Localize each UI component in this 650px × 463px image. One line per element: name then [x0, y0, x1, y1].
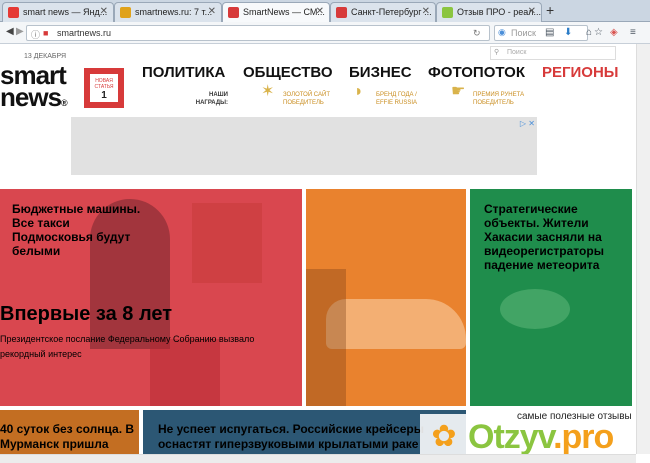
reload-icon[interactable]: ↻ — [473, 28, 481, 39]
yandex-favicon-icon — [8, 7, 19, 18]
badge-label: НОВАЯ СТАТЬЯ — [94, 78, 114, 90]
site-favicon-icon: ■ — [43, 28, 49, 38]
awards-label: НАШИ НАГРАДЫ: — [195, 92, 228, 106]
taxi-headline[interactable]: Бюджетные машины. Все такси Подмосковья … — [12, 202, 152, 258]
award-line-2: EFFIE RUSSIA — [376, 100, 418, 106]
news-tile-taxi[interactable] — [306, 189, 466, 406]
smartnews-favicon-icon — [336, 7, 347, 18]
tab-label: SmartNews — СМ... — [243, 7, 325, 17]
tab-smartnews[interactable]: SmartNews — СМ... ✕ — [222, 2, 330, 23]
smartnews-favicon-icon — [228, 7, 239, 18]
navigation-toolbar: ◀ ▶ ⓘ ■ smartnews.ru ↻ ◉ Поиск ☆ ▤ ⬇ ⌂ ◈… — [0, 22, 650, 44]
award-runet[interactable]: ☛ ПРЕМИЯ РУНЕТА ПОБЕДИТЕЛЬ — [451, 84, 525, 107]
address-bar[interactable]: ⓘ ■ smartnews.ru ↻ — [26, 25, 490, 41]
search-engine-icon[interactable]: ◉ — [498, 27, 506, 38]
cruisers-headline[interactable]: Не успеет испугаться. Российские крейсер… — [158, 422, 458, 452]
horizontal-scrollbar[interactable] — [0, 454, 636, 463]
close-tab-icon[interactable]: ✕ — [316, 6, 324, 17]
hand-award-icon: ☛ — [451, 83, 466, 100]
menu-icon[interactable]: ≡ — [630, 27, 636, 38]
photo-person — [306, 269, 346, 406]
award-line-1: БРЕНД ГОДА / — [376, 92, 417, 98]
tab-smartnews-stats[interactable]: smartnews.ru: 7 т... ✕ — [114, 2, 222, 22]
star-icon[interactable]: ☆ — [594, 27, 603, 38]
award-line-1: ПРЕМИЯ РУНЕТА — [473, 92, 525, 98]
nav-photostream[interactable]: ФОТОПОТОК — [428, 64, 525, 81]
ad-banner[interactable]: ▷ ✕ — [71, 117, 537, 175]
info-icon[interactable]: ⓘ — [31, 28, 40, 41]
site-search-input[interactable]: ⚲ Поиск — [490, 46, 616, 60]
tab-otzyv[interactable]: Отзыв ПРО - реал... ✕ — [436, 2, 542, 22]
award-line-2: ПОБЕДИТЕЛЬ — [473, 100, 514, 106]
forward-icon[interactable]: ▶ — [16, 26, 24, 37]
ad-choices-icon[interactable]: ▷ ✕ — [520, 119, 535, 128]
laurel-icon: ✶ — [261, 83, 275, 100]
smartnews-logo[interactable]: smart news® — [0, 62, 68, 114]
nav-regions[interactable]: РЕГИОНЫ — [542, 64, 618, 81]
new-article-badge[interactable]: НОВАЯ СТАТЬЯ 1 — [84, 68, 124, 108]
home-icon[interactable]: ⌂ — [586, 27, 592, 38]
nav-politics[interactable]: ПОЛИТИКА — [142, 64, 225, 81]
tab-label: Санкт-Петербург ... — [351, 7, 432, 17]
tab-label: smartnews.ru: 7 т... — [135, 7, 213, 17]
nav-society[interactable]: ОБЩЕСТВО — [243, 64, 333, 81]
badge-inner: НОВАЯ СТАТЬЯ 1 — [90, 74, 118, 102]
close-tab-icon[interactable]: ✕ — [100, 6, 108, 17]
trophy-icon: ◗ — [354, 83, 364, 100]
award-golden-site[interactable]: ✶ ЗОЛОТОЙ САЙТ ПОБЕДИТЕЛЬ — [261, 84, 330, 107]
main-subtitle: Президентское послание Федеральному Собр… — [0, 334, 255, 359]
photo-meteor-flash — [500, 289, 570, 329]
close-tab-icon[interactable]: ✕ — [528, 6, 536, 17]
award-brand-of-year[interactable]: ◗ БРЕНД ГОДА / EFFIE RUSSIA — [354, 84, 418, 107]
registered-mark: ® — [61, 98, 68, 108]
site-search-placeholder: Поиск — [507, 49, 527, 56]
url-text[interactable]: smartnews.ru — [57, 28, 111, 38]
badge-count: 1 — [101, 90, 107, 101]
download-icon[interactable]: ⬇ — [564, 27, 572, 38]
meteor-headline[interactable]: Стратегические объекты. Жители Хакасии з… — [484, 202, 624, 272]
search-placeholder: Поиск — [511, 28, 536, 38]
otzyv-logo-main: Otzyv — [468, 418, 554, 456]
tab-yandex[interactable]: smart news — Янд... ✕ — [2, 2, 114, 22]
otzyv-logo: Otzyv.pro — [468, 418, 614, 457]
main-headline[interactable]: Впервые за 8 лет — [0, 303, 172, 326]
back-icon[interactable]: ◀ — [6, 26, 14, 37]
tab-strip: smart news — Янд... ✕ smartnews.ru: 7 т.… — [0, 0, 650, 23]
otzyv-favicon-icon — [442, 7, 453, 18]
photo-taxi-car — [326, 299, 466, 349]
bookmark-list-icon[interactable]: ▤ — [545, 27, 554, 38]
award-line-1: ЗОЛОТОЙ САЙТ — [283, 92, 330, 98]
close-tab-icon[interactable]: ✕ — [208, 6, 216, 17]
nav-business[interactable]: БИЗНЕС — [349, 64, 412, 81]
new-tab-button[interactable]: + — [546, 2, 554, 18]
logo-line-2: news — [0, 82, 62, 112]
award-line-2: ПОБЕДИТЕЛЬ — [283, 100, 324, 106]
tab-label: smart news — Янд... — [23, 7, 108, 17]
otzyv-logo-icon: ✿ — [431, 420, 457, 453]
current-date: 13 ДЕКАБРЯ — [24, 53, 67, 60]
otzyv-logo-suffix: .pro — [553, 418, 614, 456]
search-icon: ⚲ — [494, 49, 500, 56]
image-favicon-icon — [120, 7, 131, 18]
murmansk-headline[interactable]: 40 суток без солнца. В Мурманск пришла — [0, 422, 139, 452]
vertical-scrollbar[interactable] — [636, 44, 650, 454]
photo-emblem — [192, 203, 262, 283]
browser-search-input[interactable]: ◉ Поиск — [494, 25, 588, 41]
close-tab-icon[interactable]: ✕ — [422, 6, 430, 17]
pocket-icon[interactable]: ◈ — [610, 27, 618, 38]
tab-spb[interactable]: Санкт-Петербург ... ✕ — [330, 2, 436, 22]
